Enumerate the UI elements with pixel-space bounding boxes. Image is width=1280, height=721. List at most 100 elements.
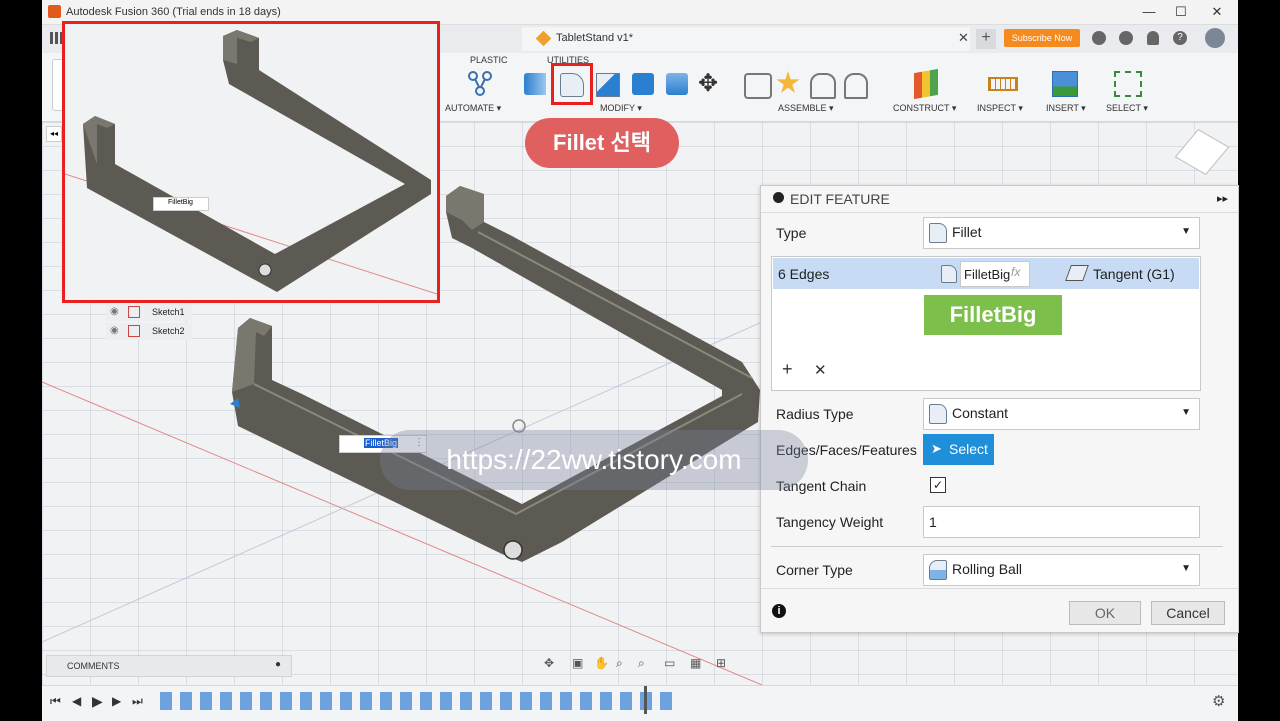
ok-button[interactable]: OK [1069, 601, 1141, 625]
panel-title: EDIT FEATURE [790, 191, 890, 207]
selection-list: 6 Edges FilletBig fx Tangent (G1) Fillet… [771, 256, 1201, 391]
notifications-bell-icon[interactable] [1147, 31, 1159, 45]
document-tab[interactable]: TabletStand v1* ✕ [522, 27, 970, 51]
close-button[interactable]: ✕ [1202, 3, 1232, 21]
joint-icon[interactable] [776, 71, 800, 93]
construct-group-label[interactable]: CONSTRUCT ▾ [893, 103, 956, 114]
type-value: Fillet [952, 224, 982, 240]
new-tab-button[interactable]: + [976, 29, 996, 49]
radius-type-dropdown[interactable]: Constant ▼ [923, 398, 1200, 430]
browser-item-sketch1[interactable]: ◉ Sketch1 [106, 304, 192, 321]
insert-image-icon[interactable] [1052, 71, 1078, 97]
select-button-label: Select [949, 441, 988, 457]
pan-icon[interactable]: ✋ [594, 656, 609, 670]
cancel-label: Cancel [1166, 605, 1210, 621]
help-icon[interactable]: ? [1173, 31, 1187, 45]
new-component-icon[interactable] [744, 73, 772, 99]
add-comment-icon[interactable]: ● [275, 659, 281, 670]
grid-settings-icon[interactable]: ▦ [690, 656, 701, 670]
automate-icon[interactable] [466, 69, 494, 97]
insert-group-label[interactable]: INSERT ▾ [1046, 103, 1086, 114]
zoom-icon[interactable]: ⌕ [616, 656, 623, 671]
subscribe-label: Subscribe Now [1011, 33, 1073, 43]
timeline-bar: ⏮ ◀ ▶ ▶ ⏭ ⚙ [42, 685, 1238, 721]
chamfer-icon[interactable] [596, 73, 620, 97]
fx-label[interactable]: fx [1011, 265, 1020, 279]
cancel-button[interactable]: Cancel [1151, 601, 1225, 625]
tab-close-icon[interactable]: ✕ [958, 30, 969, 46]
press-pull-icon[interactable] [524, 73, 546, 95]
joint-origin-icon[interactable] [844, 73, 868, 99]
timeline-first-icon[interactable]: ⏮ [50, 694, 61, 709]
type-dropdown[interactable]: Fillet ▼ [923, 217, 1200, 249]
component-icon [535, 30, 552, 47]
inspect-group-label[interactable]: INSPECT ▾ [977, 103, 1023, 114]
assemble-group-label[interactable]: ASSEMBLE ▾ [778, 103, 834, 114]
tangency-weight-input[interactable]: 1 [923, 506, 1200, 538]
timeline-last-icon[interactable]: ⏭ [132, 694, 143, 709]
fit-icon[interactable]: ⌕ [638, 656, 645, 671]
corner-type-dropdown[interactable]: Rolling Ball ▼ [923, 554, 1200, 586]
look-at-icon[interactable]: ▣ [572, 656, 583, 670]
continuity-value[interactable]: Tangent (G1) [1093, 266, 1175, 282]
measure-icon[interactable] [988, 77, 1018, 91]
visibility-eye-icon[interactable]: ◉ [110, 306, 119, 317]
navigation-bar[interactable]: ✥ ▣ ✋ ⌕ ⌕ ▭ ▦ ⊞ [544, 655, 738, 673]
add-set-icon[interactable]: + [782, 359, 793, 380]
corner-type-value: Rolling Ball [952, 561, 1023, 577]
corner-type-label: Corner Type [776, 562, 853, 578]
panel-header: EDIT FEATURE ▸▸ [761, 186, 1238, 213]
tab-plastic[interactable]: PLASTIC [470, 55, 508, 65]
cloud-sync-icon[interactable] [1092, 31, 1106, 45]
visibility-eye-icon[interactable]: ◉ [110, 325, 119, 336]
combine-icon[interactable] [666, 73, 688, 95]
offset-plane-icon[interactable] [914, 68, 938, 100]
timeline-marker[interactable] [644, 686, 647, 714]
tangency-weight-label: Tangency Weight [776, 514, 884, 530]
timeline-next-icon[interactable]: ▶ [112, 694, 121, 708]
remove-set-icon[interactable]: ✕ [814, 361, 827, 379]
tangency-weight-value: 1 [929, 514, 937, 530]
cursor-arrow-icon: ➤ [931, 441, 942, 456]
edge-set-row[interactable]: 6 Edges FilletBig fx Tangent (G1) [773, 258, 1199, 289]
select-box-icon[interactable] [1114, 71, 1142, 97]
user-avatar[interactable] [1205, 28, 1225, 48]
fillet-type-icon [929, 223, 947, 243]
move-copy-icon[interactable]: ✥ [698, 69, 718, 98]
sketch-icon [128, 325, 140, 337]
select-button[interactable]: ➤ Select [923, 434, 994, 465]
callout-text: Fillet 선택 [553, 130, 651, 155]
edge-set-name: FilletBig [964, 267, 1011, 282]
chevron-down-icon: ▼ [1181, 407, 1191, 418]
timeline-play-icon[interactable]: ▶ [92, 693, 103, 710]
comments-panel[interactable]: COMMENTS ● [46, 655, 292, 677]
modify-group-label[interactable]: MODIFY ▾ [600, 103, 642, 114]
browser-item-sketch2[interactable]: ◉ Sketch2 [106, 323, 192, 340]
display-settings-icon[interactable]: ▭ [664, 656, 675, 670]
select-group-label[interactable]: SELECT ▾ [1106, 103, 1148, 114]
fillet-select-callout: Fillet 선택 [525, 118, 679, 168]
timeline-features[interactable] [160, 692, 680, 710]
timeline-settings-icon[interactable]: ⚙ [1212, 692, 1225, 710]
job-status-icon[interactable] [1119, 31, 1133, 45]
edge-set-name-input[interactable]: FilletBig fx [960, 261, 1030, 287]
maximize-button[interactable]: ☐ [1166, 3, 1196, 21]
subscribe-button[interactable]: Subscribe Now [1004, 29, 1080, 47]
apps-grid-icon[interactable] [50, 32, 62, 44]
panel-expand-icon[interactable]: ▸▸ [1217, 192, 1228, 205]
edit-feature-panel: EDIT FEATURE ▸▸ Type Fillet ▼ 6 Edges Fi… [760, 185, 1239, 633]
radius-type-value: Constant [952, 405, 1009, 421]
browser-item-label: Sketch1 [152, 307, 185, 317]
shell-icon[interactable] [632, 73, 654, 95]
info-icon[interactable]: i [772, 604, 786, 618]
orbit-icon[interactable]: ✥ [544, 656, 554, 670]
inset-fillet-chip: FilletBig [153, 197, 209, 211]
panel-collapse-icon[interactable] [773, 192, 784, 203]
tangent-chain-checkbox[interactable]: ✓ [930, 477, 946, 493]
automate-group-label[interactable]: AUTOMATE ▾ [445, 103, 501, 114]
as-built-joint-icon[interactable] [810, 73, 836, 99]
timeline-prev-icon[interactable]: ◀ [72, 694, 81, 708]
viewports-icon[interactable]: ⊞ [716, 656, 726, 670]
type-label: Type [776, 225, 807, 241]
minimize-button[interactable]: — [1134, 3, 1164, 21]
